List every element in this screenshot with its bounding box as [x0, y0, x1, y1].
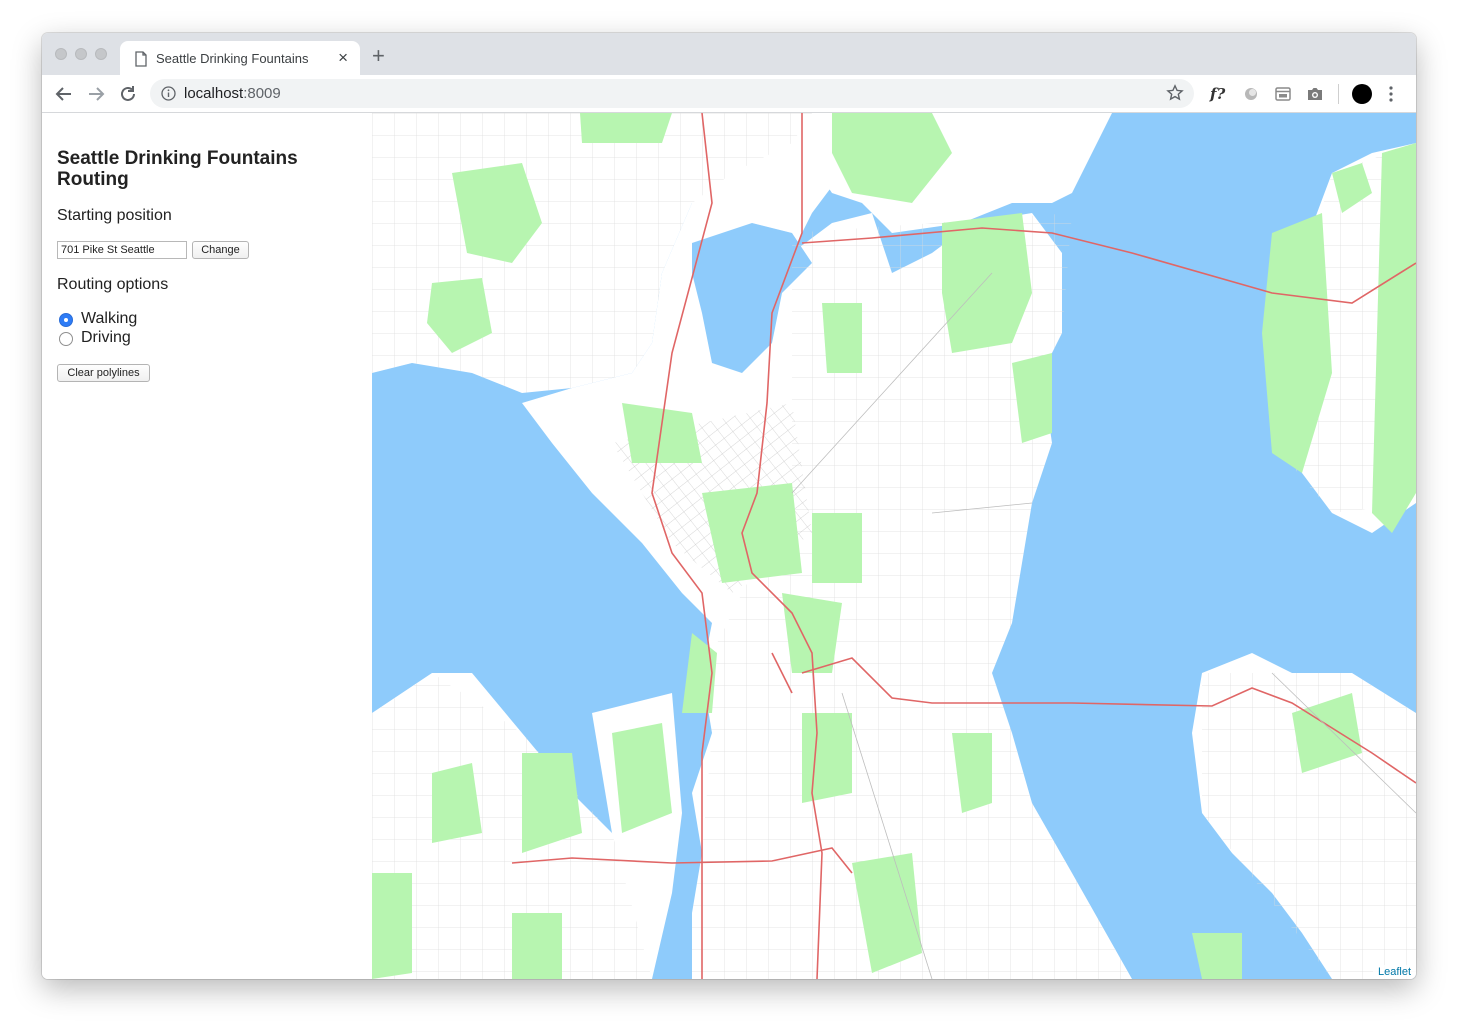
driving-label: Driving [81, 329, 131, 346]
routing-options-label: Routing options [57, 276, 169, 293]
info-icon[interactable] [161, 86, 176, 101]
page-title: Seattle Drinking Fountains Routing [57, 148, 298, 190]
clear-polylines-button[interactable]: Clear polylines [57, 364, 150, 382]
url-text: localhost:8009 [184, 85, 281, 102]
forward-arrow-icon[interactable] [85, 83, 107, 105]
close-window-dot[interactable] [55, 48, 67, 60]
document-icon [135, 51, 147, 67]
url-port: :8009 [243, 85, 281, 102]
toolbar-divider [1338, 84, 1339, 104]
camera-icon[interactable] [1305, 84, 1325, 104]
page-content: Seattle Drinking Fountains Routing Start… [42, 113, 1416, 979]
circle-extension-icon[interactable] [1241, 84, 1261, 104]
address-bar[interactable]: localhost:8009 [150, 79, 1194, 108]
tab-title: Seattle Drinking Fountains [156, 51, 309, 66]
starting-position-label: Starting position [57, 207, 172, 224]
map-tiles[interactable] [372, 113, 1416, 979]
active-tab[interactable]: Seattle Drinking Fountains × [120, 41, 360, 75]
new-tab-icon[interactable]: + [372, 45, 385, 67]
bookmark-star-icon[interactable] [1166, 84, 1184, 102]
url-host: localhost [184, 85, 244, 102]
tab-bar: Seattle Drinking Fountains × + [42, 33, 1416, 75]
map-container[interactable]: Leaflet [372, 113, 1416, 979]
sidebar-panel: Seattle Drinking Fountains Routing Start… [42, 113, 372, 979]
walking-label: Walking [81, 310, 138, 327]
back-arrow-icon[interactable] [53, 83, 75, 105]
function-extension-icon[interactable]: f? [1208, 84, 1228, 104]
svg-text:f?: f? [1209, 85, 1225, 103]
window-extension-icon[interactable] [1273, 84, 1293, 104]
zoom-window-dot[interactable] [95, 48, 107, 60]
more-menu-icon[interactable] [1388, 84, 1394, 104]
leaflet-attribution[interactable]: Leaflet [1372, 965, 1416, 979]
browser-toolbar: localhost:8009 f? [42, 75, 1416, 113]
minimize-window-dot[interactable] [75, 48, 87, 60]
reload-icon[interactable] [117, 83, 139, 105]
tab-close-icon[interactable]: × [338, 48, 348, 68]
walking-radio[interactable] [59, 313, 73, 327]
driving-radio[interactable] [59, 332, 73, 346]
change-button[interactable]: Change [192, 241, 249, 259]
address-input[interactable] [57, 241, 187, 259]
browser-window: Seattle Drinking Fountains × + localhost… [42, 33, 1416, 979]
profile-avatar[interactable] [1352, 84, 1372, 104]
